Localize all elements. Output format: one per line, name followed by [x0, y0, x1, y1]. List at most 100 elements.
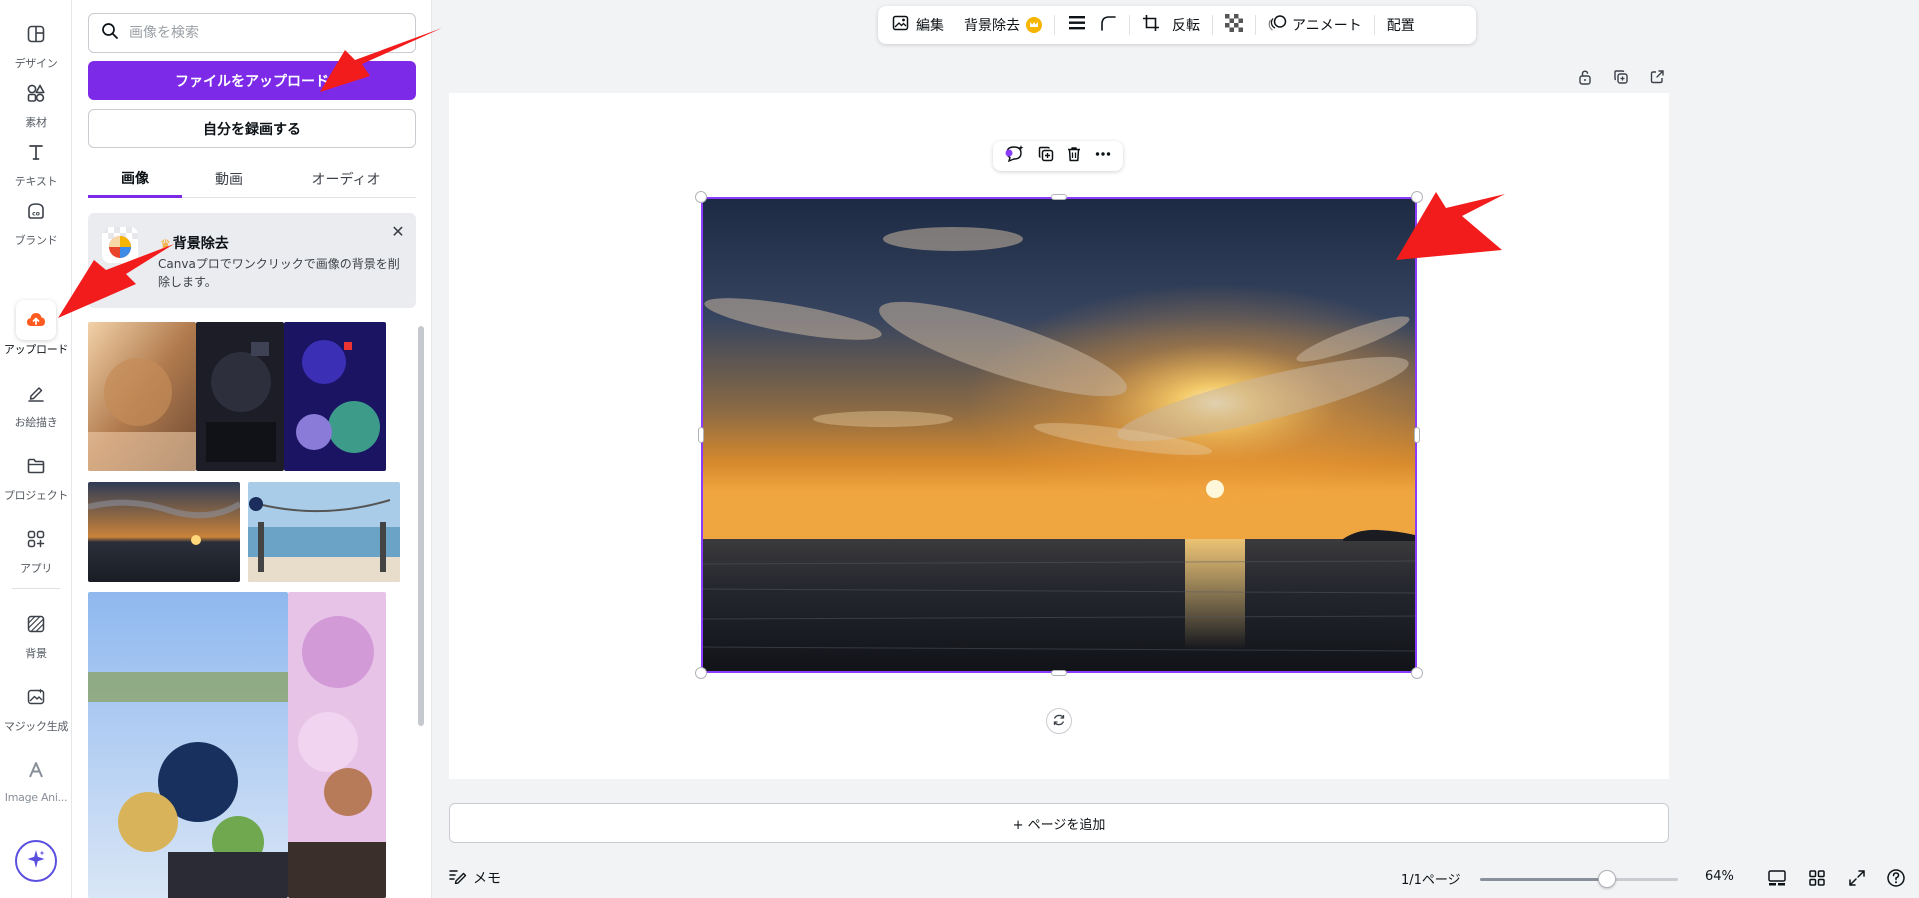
duplicate-page-icon[interactable] [1608, 64, 1634, 90]
bg-remove-button[interactable]: 背景除去 [958, 10, 1048, 40]
tab-videos[interactable]: 動画 [182, 160, 276, 198]
resize-handle-top-left[interactable] [695, 191, 707, 203]
border-style-button[interactable] [1061, 10, 1093, 40]
sparkle-icon [25, 848, 47, 874]
corner-radius-button[interactable] [1093, 10, 1123, 40]
rail-item-label: 素材 [25, 116, 47, 129]
uploaded-images-grid [88, 322, 416, 898]
rail-item-design[interactable]: デザイン [0, 14, 72, 80]
rail-item-label: Image Ani... [4, 791, 68, 804]
rail-item-magic-media[interactable]: マジック生成 [0, 677, 72, 743]
resize-handle-top[interactable] [1051, 194, 1067, 200]
zoom-slider-track[interactable] [1480, 878, 1678, 881]
promo-description: Canvaプロでワンクリックで画像の背景を削除します。 [158, 257, 400, 289]
add-page-button[interactable]: + ページを追加 [449, 803, 1669, 843]
toolbar-divider [1129, 15, 1130, 35]
flip-label: 反転 [1172, 18, 1200, 34]
element-floating-menu [993, 141, 1123, 171]
resize-handle-left[interactable] [698, 427, 704, 443]
resize-handle-bottom-right[interactable] [1411, 667, 1423, 679]
edit-image-button[interactable]: 編集 [886, 10, 950, 40]
background-remover-promo[interactable]: ♛ 背景除去 Canvaプロでワンクリックで画像の背景を削除します。 ✕ [88, 213, 416, 308]
rail-item-background[interactable]: 背景 [0, 604, 72, 670]
uploaded-image-thumbnail[interactable] [196, 322, 284, 471]
sunset-photo-element[interactable] [701, 197, 1417, 673]
animate-label: アニメート [1292, 18, 1362, 34]
resize-handle-bottom-left[interactable] [695, 667, 707, 679]
more-options-icon[interactable] [1094, 145, 1112, 167]
uploaded-image-thumbnail[interactable] [288, 592, 386, 898]
magic-comment-icon[interactable] [1004, 144, 1026, 168]
draw-icon [16, 373, 56, 413]
svg-text:co: co [32, 211, 40, 218]
animate-button[interactable]: アニメート [1262, 10, 1368, 40]
resize-handle-top-right[interactable] [1411, 191, 1423, 203]
rail-item-text[interactable]: テキスト [0, 132, 72, 198]
promo-thumbnail [102, 227, 138, 263]
rail-item-projects[interactable]: プロジェクト [0, 446, 72, 512]
text-icon [16, 132, 56, 172]
upload-file-button[interactable]: ファイルをアップロード [88, 61, 416, 100]
page-count[interactable]: 1/1ページ [1401, 869, 1461, 888]
search-input[interactable] [129, 25, 389, 41]
toolbar-divider [1373, 15, 1375, 35]
crop-button[interactable] [1136, 10, 1166, 40]
rail-item-brand[interactable]: co ブランド [0, 191, 72, 257]
flip-button[interactable]: 反転 [1166, 10, 1206, 40]
help-icon[interactable] [1884, 866, 1908, 890]
rail-item-label: プロジェクト [3, 489, 69, 502]
apps-icon [16, 519, 56, 559]
share-page-icon[interactable] [1644, 64, 1670, 90]
arrange-button[interactable]: 配置 [1381, 10, 1421, 40]
magic-assistant-button[interactable] [15, 840, 57, 882]
rail-item-apps[interactable]: アプリ [0, 519, 72, 585]
rail-divider [12, 588, 60, 589]
notes-icon [449, 868, 467, 888]
promo-title: ♛ 背景除去 [160, 233, 229, 253]
image-search-box[interactable] [88, 13, 416, 53]
page-view-icon[interactable] [1765, 866, 1789, 890]
fullscreen-icon[interactable] [1845, 866, 1869, 890]
grid-view-icon[interactable] [1805, 866, 1829, 890]
rail-item-elements[interactable]: 素材 [0, 73, 72, 139]
tab-audio[interactable]: オーディオ [276, 160, 416, 198]
uploaded-image-thumbnail[interactable] [88, 322, 196, 471]
rail-item-label: テキスト [14, 175, 58, 188]
resize-handle-bottom[interactable] [1051, 670, 1067, 676]
uploads-panel: ファイルをアップロード 自分を録画する 画像 動画 オーディオ ♛背景除去 Ca… [72, 0, 432, 898]
toolbar-divider [1255, 15, 1256, 35]
tab-images[interactable]: 画像 [88, 160, 182, 198]
rail-item-uploads[interactable]: アップロード [0, 300, 72, 366]
shapes-icon [16, 73, 56, 113]
crown-icon [1026, 17, 1042, 33]
lock-icon[interactable] [1572, 64, 1598, 90]
animate-icon [1268, 14, 1288, 36]
zoom-slider-fill [1480, 878, 1607, 881]
image-animate-icon [16, 750, 56, 790]
uploaded-image-thumbnail[interactable] [88, 592, 288, 898]
close-icon[interactable]: ✕ [388, 221, 408, 241]
panel-scrollbar[interactable] [418, 326, 424, 726]
rail-item-image-animate[interactable]: Image Ani... [0, 750, 72, 816]
edit-label: 編集 [916, 18, 944, 34]
promo-title-text: 背景除去 [172, 236, 229, 252]
notes-button[interactable]: メモ [449, 868, 501, 888]
crown-icon: ♛ [160, 237, 171, 251]
uploaded-image-thumbnail[interactable] [284, 322, 386, 471]
uploaded-image-thumbnail[interactable] [88, 482, 240, 582]
copy-element-icon[interactable] [1037, 145, 1055, 167]
resize-handle-right[interactable] [1414, 427, 1420, 443]
border-weight-icon [1067, 14, 1087, 36]
context-toolbar: 編集 背景除去 反転 アニメート 配置 [878, 6, 1476, 44]
rail-item-label: お絵描き [14, 416, 58, 429]
rail-item-draw[interactable]: お絵描き [0, 373, 72, 439]
zoom-slider-knob[interactable] [1597, 870, 1616, 888]
rail-item-label: 背景 [25, 647, 47, 660]
trash-icon[interactable] [1065, 145, 1083, 167]
record-yourself-button[interactable]: 自分を録画する [88, 109, 416, 148]
search-icon [101, 22, 119, 44]
zoom-level[interactable]: 64% [1705, 869, 1734, 884]
transparency-button[interactable] [1219, 10, 1249, 40]
rotate-handle[interactable] [1046, 708, 1072, 734]
uploaded-image-thumbnail[interactable] [248, 482, 400, 582]
